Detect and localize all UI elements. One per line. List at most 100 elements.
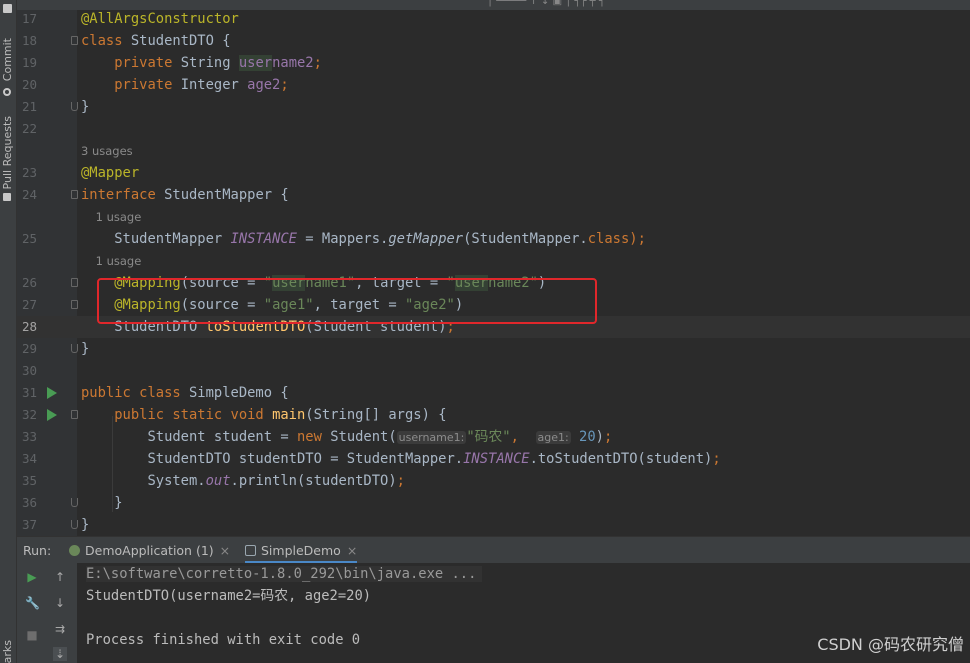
usage-hint-text[interactable]: 1 usage [81, 206, 142, 228]
line-number[interactable]: 24 [17, 184, 37, 206]
tab-simpledemo[interactable]: SimpleDemo × [245, 543, 358, 564]
code-token: = Mappers. [296, 231, 389, 247]
line-number[interactable]: 19 [17, 52, 37, 74]
line-number[interactable]: 18 [17, 30, 37, 52]
console-toolbar: ▶ ↑ 🔧 ↓ ■ ⇉ ⇣ [17, 563, 77, 663]
fold-icon[interactable] [71, 102, 78, 111]
toolbar-icons[interactable]: │ ───── ↑ ↓ ▣ │ ┤├ ┬ ┤ [487, 0, 605, 7]
line-number[interactable]: 32 [17, 404, 37, 426]
line-number[interactable]: 35 [17, 470, 37, 492]
commit-tab[interactable]: Commit [1, 38, 14, 81]
fold-icon[interactable] [71, 36, 78, 45]
code-token: class [587, 231, 630, 247]
code-text[interactable]: public class SimpleDemo { [81, 382, 289, 404]
code-token: ; [280, 77, 289, 93]
code-line: 22 [17, 118, 970, 140]
run-toolbar: Run: DemoApplication (1) × SimpleDemo × [17, 536, 970, 564]
code-token: (StudentMapper. [463, 231, 588, 247]
code-token: ; [396, 473, 405, 489]
pull-requests-tab[interactable]: Pull Requests [1, 116, 14, 189]
usage-hint-text[interactable]: 3 usages [81, 140, 133, 162]
code-line: 31 public class SimpleDemo { [17, 382, 970, 404]
fold-icon[interactable] [71, 300, 78, 309]
wrench-icon[interactable]: 🔧 [25, 596, 40, 610]
run-gutter-icon[interactable] [47, 387, 57, 399]
code-text[interactable]: private Integer age2; [81, 74, 289, 96]
code-token: StudentDTO { [130, 33, 231, 49]
code-text[interactable]: System.out.println(studentDTO); [81, 470, 405, 492]
project-icon[interactable] [3, 4, 12, 13]
code-text[interactable]: private String username2; [81, 52, 322, 74]
fold-icon[interactable] [71, 190, 78, 199]
line-number[interactable]: 37 [17, 514, 37, 536]
scroll-to-end-icon[interactable]: ⇣ [53, 647, 67, 661]
line-number[interactable]: 21 [17, 96, 37, 118]
line-number[interactable]: 28 [17, 316, 37, 338]
line-number[interactable]: 29 [17, 338, 37, 360]
scroll-up-icon[interactable]: ↑ [53, 570, 67, 584]
code-text[interactable]: interface StudentMapper { [81, 184, 289, 206]
tab-label: DemoApplication (1) [85, 543, 214, 558]
line-number[interactable]: 22 [17, 118, 37, 140]
fold-icon[interactable] [71, 278, 78, 287]
code-token: interface [81, 187, 165, 203]
code-text[interactable]: public static void main(String[] args) { [81, 404, 447, 426]
line-number[interactable]: 34 [17, 448, 37, 470]
code-token: "码农" [466, 429, 511, 445]
code-text[interactable]: } [81, 492, 122, 514]
line-number[interactable]: 33 [17, 426, 37, 448]
code-token: System. [81, 473, 206, 489]
code-token: ; [313, 55, 322, 71]
line-number[interactable]: 27 [17, 294, 37, 316]
code-token: username1: [396, 431, 467, 444]
fold-icon[interactable] [71, 410, 78, 419]
code-token: (String[] args) { [305, 407, 447, 423]
code-line: 33 Student student = new Student(usernam… [17, 426, 970, 448]
code-token: private [81, 55, 181, 71]
fold-icon[interactable] [71, 520, 78, 529]
line-number[interactable]: 23 [17, 162, 37, 184]
usage-hint-text[interactable]: 1 usage [81, 250, 142, 272]
fold-icon[interactable] [71, 498, 78, 507]
code-text[interactable]: @Mapper [81, 162, 139, 184]
stop-icon[interactable]: ■ [25, 628, 39, 642]
rerun-icon[interactable]: ▶ [25, 570, 39, 584]
bookmarks-tab[interactable]: arks [1, 640, 14, 663]
code-token: user [238, 55, 273, 71]
code-text[interactable]: } [81, 514, 89, 536]
line-number[interactable]: 20 [17, 74, 37, 96]
code-text[interactable]: StudentMapper INSTANCE = Mappers.getMapp… [81, 228, 646, 250]
code-token: new [296, 429, 331, 445]
close-icon[interactable]: × [220, 543, 230, 558]
code-line: 36 } [17, 492, 970, 514]
tab-demoapplication[interactable]: DemoApplication (1) × [69, 543, 230, 558]
code-line: 24 interface StudentMapper { [17, 184, 970, 206]
line-number[interactable]: 30 [17, 360, 37, 382]
line-number[interactable]: 25 [17, 228, 37, 250]
line-number[interactable]: 26 [17, 272, 37, 294]
soft-wrap-icon[interactable]: ⇉ [53, 622, 67, 636]
scroll-down-icon[interactable]: ↓ [53, 596, 67, 610]
code-text[interactable]: } [81, 96, 89, 118]
line-number[interactable]: 31 [17, 382, 37, 404]
code-text[interactable]: class StudentDTO { [81, 30, 231, 52]
code-text[interactable]: @AllArgsConstructor [81, 10, 239, 30]
code-line: 29} [17, 338, 970, 360]
code-token: StudentDTO studentDTO = StudentMapper. [81, 451, 464, 467]
fold-icon[interactable] [71, 344, 78, 353]
code-text[interactable]: StudentDTO studentDTO = StudentMapper.IN… [81, 448, 721, 470]
code-line: 37} [17, 514, 970, 536]
close-icon[interactable]: × [347, 543, 357, 558]
code-text[interactable]: } [81, 338, 89, 360]
code-token: .toStudentDTO(student) [529, 451, 713, 467]
code-text[interactable]: Student student = new Student(username1:… [81, 426, 612, 449]
code-editor[interactable]: 17 @AllArgsConstructor 18 class StudentDTO … [17, 10, 970, 536]
line-number[interactable]: 17 [17, 10, 37, 30]
code-token: out [205, 473, 231, 489]
run-gutter-icon[interactable] [47, 409, 57, 421]
line-number[interactable]: 36 [17, 492, 37, 514]
spring-app-icon [69, 545, 80, 556]
code-token: ; [712, 451, 721, 467]
code-token: String [180, 55, 239, 71]
usage-hint: 1 usage [17, 250, 970, 272]
